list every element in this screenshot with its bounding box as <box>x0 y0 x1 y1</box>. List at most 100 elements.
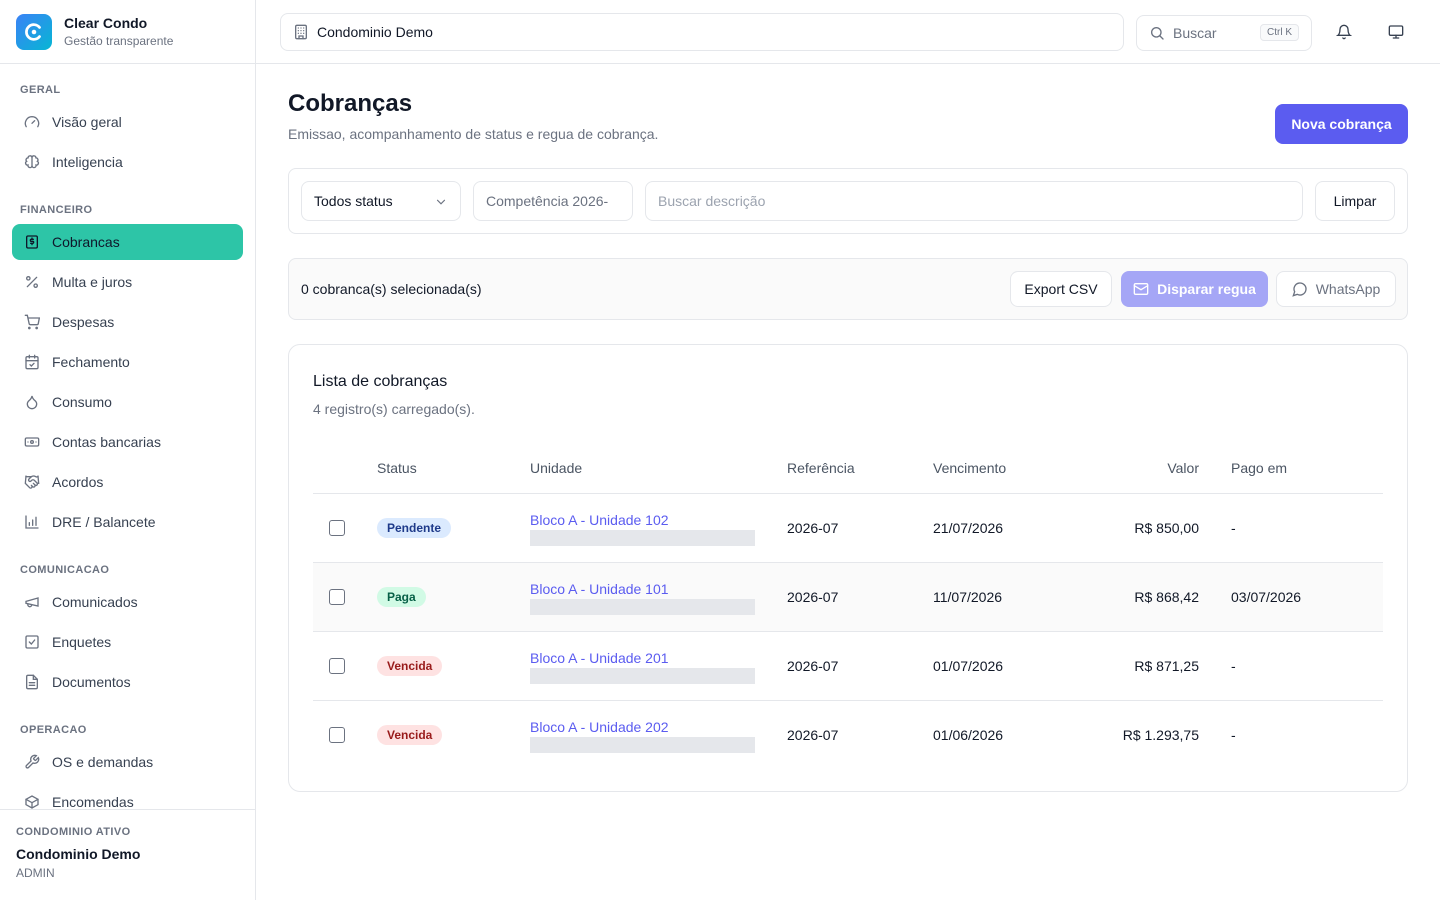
paid-date-cell: - <box>1231 726 1236 743</box>
bell-icon <box>1336 24 1352 40</box>
monitor-icon <box>1388 25 1404 39</box>
filters-bar: Todos status Limpar <box>288 168 1408 234</box>
unit-detail-placeholder <box>530 667 755 684</box>
due-date-cell: 11/07/2026 <box>933 562 1083 632</box>
sidebar-item-contas-bancarias[interactable]: Contas bancarias <box>12 424 243 460</box>
sidebar-item-fechamento[interactable]: Fechamento <box>12 344 243 380</box>
banknote-icon <box>24 437 40 447</box>
unit-link[interactable]: Bloco A - Unidade 101 <box>530 581 787 597</box>
sidebar-item-inteligencia[interactable]: Inteligencia <box>12 144 243 180</box>
sidebar-item-enquetes[interactable]: Enquetes <box>12 624 243 660</box>
due-date-cell: 01/06/2026 <box>933 726 1004 743</box>
sidebar-item-label: Inteligencia <box>52 154 123 170</box>
droplet-icon <box>26 395 38 410</box>
megaphone-icon <box>25 597 39 608</box>
new-charge-button[interactable]: Nova cobrança <box>1275 104 1408 144</box>
active-condo-label: CONDOMINIO ATIVO <box>16 826 131 838</box>
sidebar-nav: GERAL Visão geral Inteligencia FINANCEIR… <box>0 64 255 809</box>
table-row[interactable]: Vencida Bloco A - Unidade 202 2026-07 01… <box>313 700 1383 769</box>
col-referencia[interactable]: Referência <box>787 443 933 494</box>
row-checkbox[interactable] <box>329 657 345 674</box>
whatsapp-button[interactable]: WhatsApp <box>1276 271 1396 307</box>
condo-selector[interactable]: Condominio Demo <box>280 13 1124 51</box>
sidebar-item-encomendas[interactable]: Encomendas <box>12 784 243 809</box>
gauge-icon <box>24 116 40 128</box>
sidebar-item-label: Acordos <box>52 474 104 490</box>
sidebar-item-acordos[interactable]: Acordos <box>12 464 243 500</box>
status-filter-select[interactable]: Todos status <box>301 181 461 221</box>
row-checkbox[interactable] <box>329 588 345 605</box>
dispatch-regua-label: Disparar regua <box>1157 281 1256 297</box>
charges-list-card: Lista de cobranças 4 registro(s) carrega… <box>288 344 1408 792</box>
due-date-cell: 21/07/2026 <box>933 493 1083 563</box>
sidebar-item-label: DRE / Balancete <box>52 514 156 530</box>
col-pago-em[interactable]: Pago em <box>1231 443 1383 494</box>
unit-link[interactable]: Bloco A - Unidade 102 <box>530 512 787 528</box>
sidebar-item-consumo[interactable]: Consumo <box>12 384 243 420</box>
sidebar-item-label: Enquetes <box>52 634 112 650</box>
sidebar-item-label: Contas bancarias <box>52 434 161 450</box>
active-condo-name: Condominio Demo <box>16 846 141 862</box>
col-select <box>313 443 377 494</box>
row-checkbox[interactable] <box>329 726 345 743</box>
description-search-input[interactable] <box>645 181 1303 221</box>
poll-icon <box>25 635 39 649</box>
charges-table: Status Unidade Referência Vencimento Val… <box>313 443 1383 769</box>
main-content: Cobranças Emissao, acompanhamento de sta… <box>256 64 1440 900</box>
export-csv-button[interactable]: Export CSV <box>1010 271 1112 307</box>
dispatch-regua-button[interactable]: Disparar regua <box>1121 271 1268 307</box>
status-badge: Vencida <box>377 724 443 745</box>
paid-date-cell: 03/07/2026 <box>1231 562 1383 632</box>
sidebar-item-label: Documentos <box>52 674 131 690</box>
table-row[interactable]: Vencida Bloco A - Unidade 201 2026-07 01… <box>313 631 1383 701</box>
col-status[interactable]: Status <box>377 443 530 494</box>
brand-name: Clear Condo <box>64 14 148 31</box>
sidebar-item-despesas[interactable]: Despesas <box>12 304 243 340</box>
file-icon <box>26 674 38 690</box>
wrench-icon <box>25 754 40 769</box>
mail-icon <box>1133 283 1149 295</box>
message-circle-icon <box>1291 282 1307 297</box>
paid-date-cell: - <box>1231 493 1383 563</box>
brand[interactable]: Clear Condo Gestão transparente <box>0 0 255 64</box>
clear-filters-button[interactable]: Limpar <box>1315 181 1395 221</box>
unit-link[interactable]: Bloco A - Unidade 202 <box>530 719 787 735</box>
page-subtitle: Emissao, acompanhamento de status e regu… <box>288 126 659 142</box>
search-icon <box>1151 27 1164 40</box>
notifications-button[interactable] <box>1328 16 1360 48</box>
paid-date-cell: - <box>1231 631 1383 701</box>
sidebar-item-os-e-demandas[interactable]: OS e demandas <box>12 744 243 780</box>
reference-cell: 2026-07 <box>787 493 933 563</box>
competencia-input[interactable] <box>473 181 633 221</box>
row-checkbox[interactable] <box>329 519 345 536</box>
global-search[interactable]: Buscar Ctrl K <box>1136 15 1312 51</box>
sidebar-item-cobrancas[interactable]: Cobrancas <box>12 224 243 260</box>
sidebar-item-documentos[interactable]: Documentos <box>12 664 243 700</box>
package-icon <box>25 795 39 809</box>
brand-subtitle: Gestão transparente <box>64 33 174 48</box>
col-valor[interactable]: Valor <box>1083 443 1231 494</box>
brand-logo-icon <box>16 13 52 50</box>
table-row[interactable]: Paga Bloco A - Unidade 101 2026-07 11/07… <box>313 562 1383 632</box>
table-row[interactable]: Pendente Bloco A - Unidade 102 2026-07 2… <box>313 493 1383 563</box>
cart-icon <box>24 314 40 330</box>
receipt-icon <box>26 235 38 249</box>
value-cell: R$ 850,00 <box>1083 493 1231 563</box>
unit-detail-placeholder <box>530 529 755 546</box>
sidebar-item-visao-geral[interactable]: Visão geral <box>12 104 243 140</box>
sidebar-item-multa-e-juros[interactable]: Multa e juros <box>12 264 243 300</box>
selection-count: 0 cobranca(s) selecionada(s) <box>301 281 482 297</box>
display-mode-button[interactable] <box>1380 16 1412 48</box>
unit-link[interactable]: Bloco A - Unidade 201 <box>530 650 787 666</box>
charges-list-title: Lista de cobranças <box>313 373 448 390</box>
sidebar-item-comunicados[interactable]: Comunicados <box>12 584 243 620</box>
unit-detail-placeholder <box>530 598 755 615</box>
calendar-check-icon <box>25 354 39 370</box>
brain-icon <box>24 155 40 169</box>
active-condo-panel: CONDOMINIO ATIVO Condominio Demo ADMIN <box>0 809 255 900</box>
col-vencimento[interactable]: Vencimento <box>933 443 1083 494</box>
col-unidade[interactable]: Unidade <box>530 443 787 494</box>
sidebar-item-dre-balancete[interactable]: DRE / Balancete <box>12 504 243 540</box>
value-cell: R$ 871,25 <box>1083 631 1231 701</box>
nav-section-label: OPERACAO <box>20 724 87 736</box>
